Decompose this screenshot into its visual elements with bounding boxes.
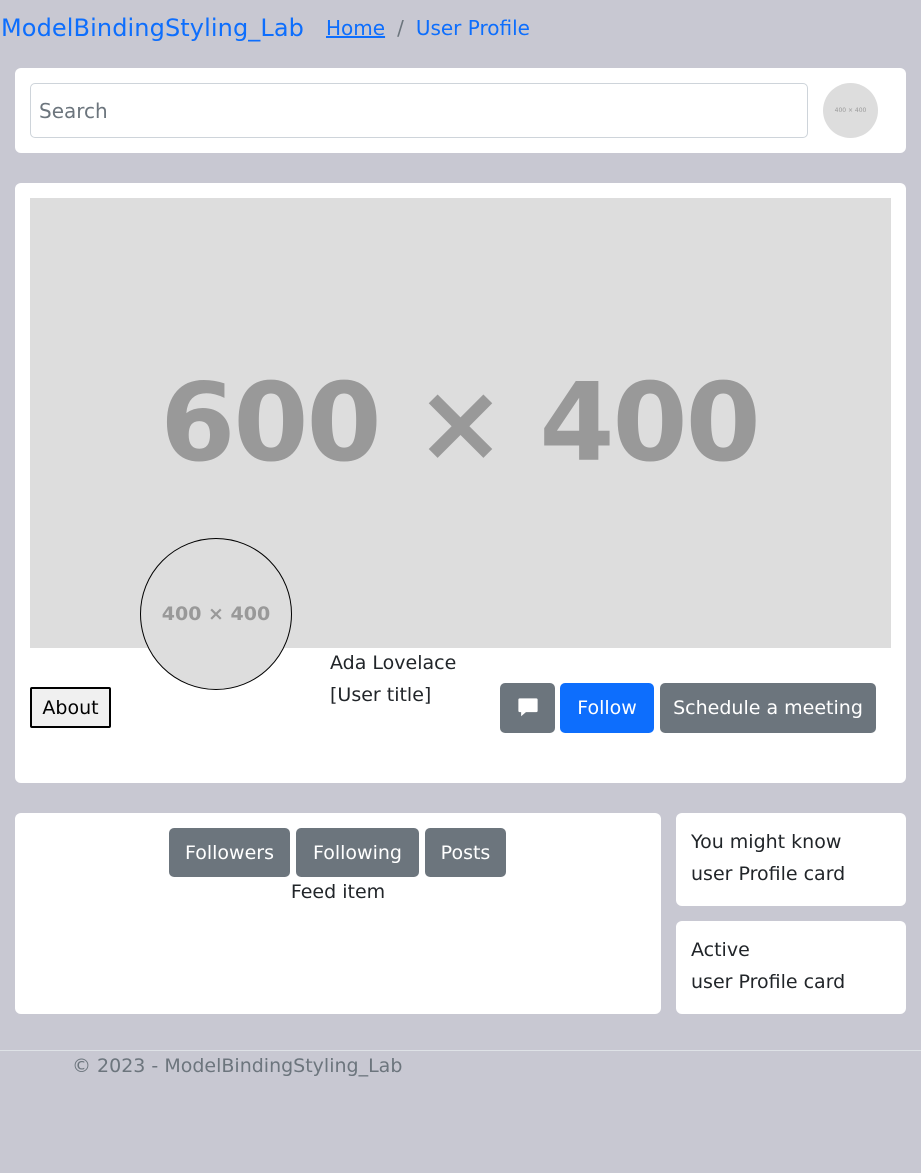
- breadcrumb: Home / User Profile: [326, 16, 530, 40]
- profile-avatar: 400 × 400: [140, 538, 292, 690]
- card-body: user Profile card: [691, 971, 846, 993]
- profile-card: 600 × 400 400 × 400 About Ada Lovelace […: [15, 183, 906, 783]
- tab-followers[interactable]: Followers: [169, 828, 290, 877]
- footer-divider: [0, 1050, 921, 1051]
- user-title: [User title]: [330, 684, 432, 706]
- search-input[interactable]: [30, 83, 808, 138]
- footer-text: © 2023 - ModelBindingStyling_Lab: [72, 1055, 403, 1077]
- search-avatar[interactable]: 400 × 400: [823, 83, 878, 138]
- active-users-card: Active user Profile card: [676, 921, 906, 1014]
- chat-bubble-icon: [517, 698, 538, 717]
- schedule-meeting-button[interactable]: Schedule a meeting: [660, 683, 876, 733]
- feed-card: Followers Following Posts Feed item: [15, 813, 661, 1014]
- card-body: user Profile card: [691, 863, 846, 885]
- tab-posts[interactable]: Posts: [425, 828, 506, 877]
- search-card: 400 × 400: [15, 68, 906, 153]
- tab-following[interactable]: Following: [296, 828, 419, 877]
- card-heading: Active: [691, 939, 750, 961]
- about-button[interactable]: About: [30, 687, 111, 728]
- top-navbar: ModelBindingStyling_Lab Home / User Prof…: [0, 10, 530, 46]
- card-heading: You might know: [691, 831, 842, 853]
- message-button[interactable]: [500, 683, 555, 733]
- feed-item: Feed item: [290, 881, 386, 903]
- brand-link[interactable]: ModelBindingStyling_Lab: [1, 14, 304, 42]
- breadcrumb-home-link[interactable]: Home: [326, 16, 385, 40]
- user-name: Ada Lovelace: [330, 652, 457, 674]
- follow-button[interactable]: Follow: [560, 683, 654, 733]
- breadcrumb-current: User Profile: [415, 16, 530, 40]
- breadcrumb-separator: /: [397, 16, 404, 40]
- cover-placeholder-text: 600 × 400: [160, 360, 761, 486]
- you-might-know-card: You might know user Profile card: [676, 813, 906, 906]
